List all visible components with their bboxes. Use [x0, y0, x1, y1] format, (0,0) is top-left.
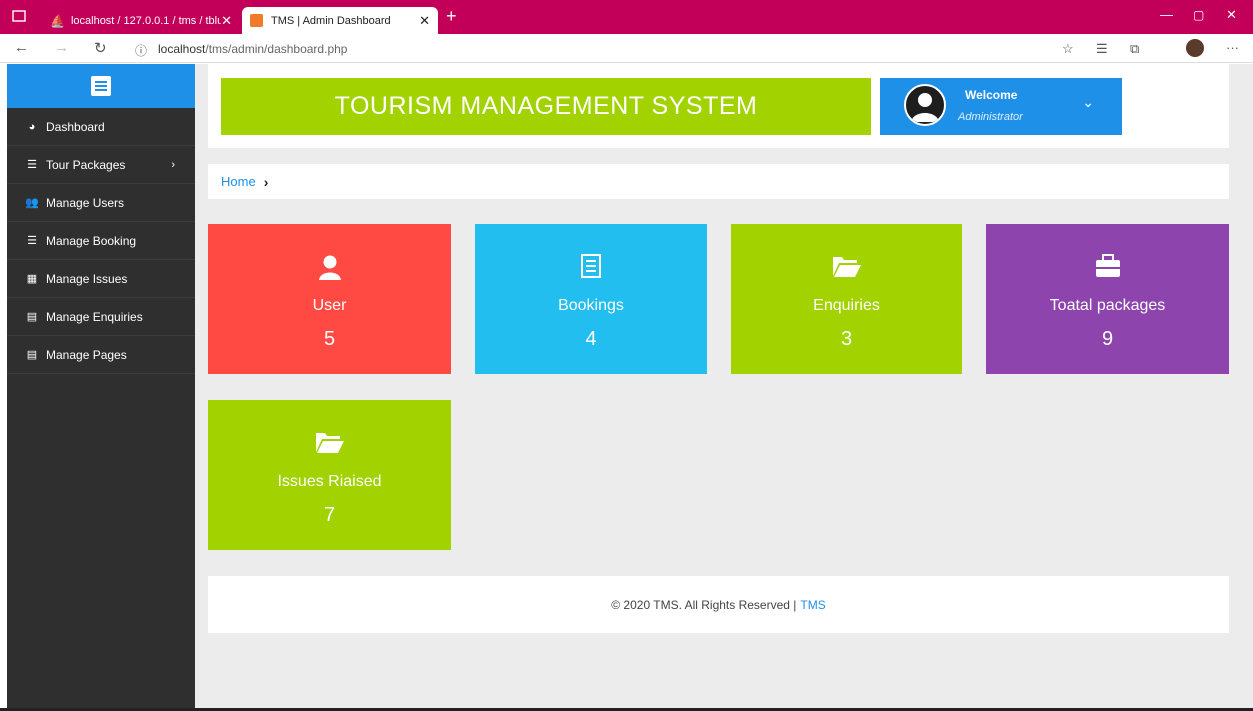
briefcase-icon: [986, 254, 1229, 280]
xampp-icon: [250, 14, 263, 27]
sidebar-item-manage-pages[interactable]: ▤ Manage Pages: [7, 336, 195, 374]
breadcrumb-home-link[interactable]: Home: [221, 174, 256, 189]
tab-phpmyadmin[interactable]: ⛵ localhost / 127.0.0.1 / tms / tblus ✕: [42, 7, 240, 34]
url-path: /tms/admin/dashboard.php: [205, 42, 348, 56]
welcome-label: Welcome: [965, 88, 1018, 102]
stat-label: Bookings: [558, 297, 624, 314]
stat-card-enquiries[interactable]: Enquiries 3: [731, 224, 962, 374]
favorite-icon[interactable]: ☆: [1062, 41, 1074, 57]
list-icon: ☰: [27, 235, 37, 247]
folder-open-icon: [731, 254, 962, 280]
sidebar-item-manage-booking[interactable]: ☰ Manage Booking: [7, 222, 195, 260]
stat-value: 3: [840, 328, 853, 350]
main-content: TOURISM MANAGEMENT SYSTEM Welcome Admini…: [195, 64, 1253, 711]
collections-icon[interactable]: ⧉: [1130, 41, 1139, 57]
profile-avatar[interactable]: [1186, 39, 1204, 57]
stat-label: Issues Riaised: [277, 473, 382, 490]
sidebar-item-manage-issues[interactable]: ▦ Manage Issues: [7, 260, 195, 298]
more-icon[interactable]: ···: [1226, 40, 1239, 55]
url-host: localhost: [158, 42, 206, 56]
page-header: TOURISM MANAGEMENT SYSTEM Welcome Admini…: [208, 64, 1229, 148]
user-icon: [208, 254, 451, 280]
url-field[interactable]: localhost/tms/admin/dashboard.php: [158, 42, 347, 56]
table-icon: ▦: [26, 273, 38, 285]
sidebar-item-label: Manage Issues: [46, 271, 128, 286]
site-title: TOURISM MANAGEMENT SYSTEM: [221, 78, 871, 135]
footer-text: © 2020 TMS. All Rights Reserved |: [611, 597, 797, 612]
footer-link[interactable]: TMS: [800, 598, 825, 612]
tab-title: localhost / 127.0.0.1 / tms / tblus: [70, 14, 221, 27]
document-icon: ▤: [26, 349, 38, 361]
stat-value: 4: [585, 328, 597, 350]
sidebar-item-manage-users[interactable]: 👥 Manage Users: [7, 184, 195, 222]
users-icon: 👥: [25, 197, 39, 209]
sidebar-item-manage-enquiries[interactable]: ▤ Manage Enquiries: [7, 298, 195, 336]
chevron-right-icon: ›: [171, 158, 175, 171]
chevron-down-icon[interactable]: ⌄: [1082, 94, 1094, 111]
stat-card-issues[interactable]: Issues Riaised 7: [208, 400, 451, 550]
browser-tab-bar: ⛵ localhost / 127.0.0.1 / tms / tblus ✕ …: [0, 0, 1253, 34]
sidebar-item-label: Manage Users: [46, 195, 125, 210]
sidebar-item-label: Manage Enquiries: [46, 309, 143, 324]
avatar: [904, 84, 946, 126]
refresh-icon[interactable]: ↻: [94, 39, 107, 57]
list-icon: ☰: [27, 159, 37, 171]
restore-icon[interactable]: ▢: [1193, 8, 1204, 22]
minimize-icon[interactable]: —: [1160, 7, 1173, 22]
sidebar-item-label: Manage Pages: [46, 347, 127, 362]
folder-open-icon: [208, 430, 451, 456]
stat-value: 7: [323, 504, 336, 526]
list-icon: [475, 254, 707, 280]
stat-card-total-packages[interactable]: Toatal packages 9: [986, 224, 1229, 374]
info-icon[interactable]: ⓘ: [135, 42, 147, 59]
stat-card-bookings[interactable]: Bookings 4: [475, 224, 707, 374]
sidebar-item-tour-packages[interactable]: ☰ Tour Packages ›: [7, 146, 195, 184]
address-bar: ← → ↻ ⓘ localhost/tms/admin/dashboard.ph…: [0, 34, 1253, 63]
phpmyadmin-icon: ⛵: [50, 13, 65, 28]
new-tab-icon[interactable]: +: [446, 6, 457, 27]
tab-admin-dashboard[interactable]: TMS | Admin Dashboard ✕: [242, 7, 438, 34]
sidebar-item-label: Dashboard: [46, 119, 105, 134]
stat-card-users[interactable]: User 5: [208, 224, 451, 374]
forward-icon[interactable]: →: [54, 39, 69, 56]
stat-value: 9: [1101, 328, 1114, 350]
close-icon[interactable]: ✕: [419, 13, 430, 29]
chevron-right-icon: ›: [263, 173, 269, 190]
close-icon[interactable]: ✕: [221, 13, 232, 29]
stat-label: Toatal packages: [1049, 297, 1166, 314]
stat-value: 5: [323, 328, 336, 350]
tab-title: TMS | Admin Dashboard: [271, 14, 391, 27]
window-menu-icon[interactable]: [10, 7, 28, 25]
document-icon: ▤: [26, 311, 38, 323]
sidebar-item-dashboard[interactable]: ◕ Dashboard: [7, 108, 195, 146]
sidebar-item-label: Manage Booking: [46, 233, 137, 248]
favorites-list-icon[interactable]: ☰: [1096, 41, 1108, 57]
hamburger-menu-icon[interactable]: [91, 76, 111, 96]
back-icon[interactable]: ←: [14, 39, 29, 56]
footer: © 2020 TMS. All Rights Reserved | TMS: [208, 576, 1229, 633]
stat-label: User: [312, 297, 347, 314]
stat-label: Enquiries: [813, 297, 880, 314]
dashboard-icon: ◕: [28, 120, 36, 133]
breadcrumb: Home ›: [208, 164, 1229, 199]
user-role: Administrator: [958, 111, 1023, 123]
window-close-icon[interactable]: ✕: [1226, 7, 1237, 23]
sidebar-header: [7, 64, 195, 108]
user-menu[interactable]: Welcome Administrator ⌄: [880, 78, 1122, 135]
sidebar-item-label: Tour Packages: [46, 157, 126, 172]
sidebar: ◕ Dashboard ☰ Tour Packages › 👥 Manage U…: [7, 64, 195, 711]
